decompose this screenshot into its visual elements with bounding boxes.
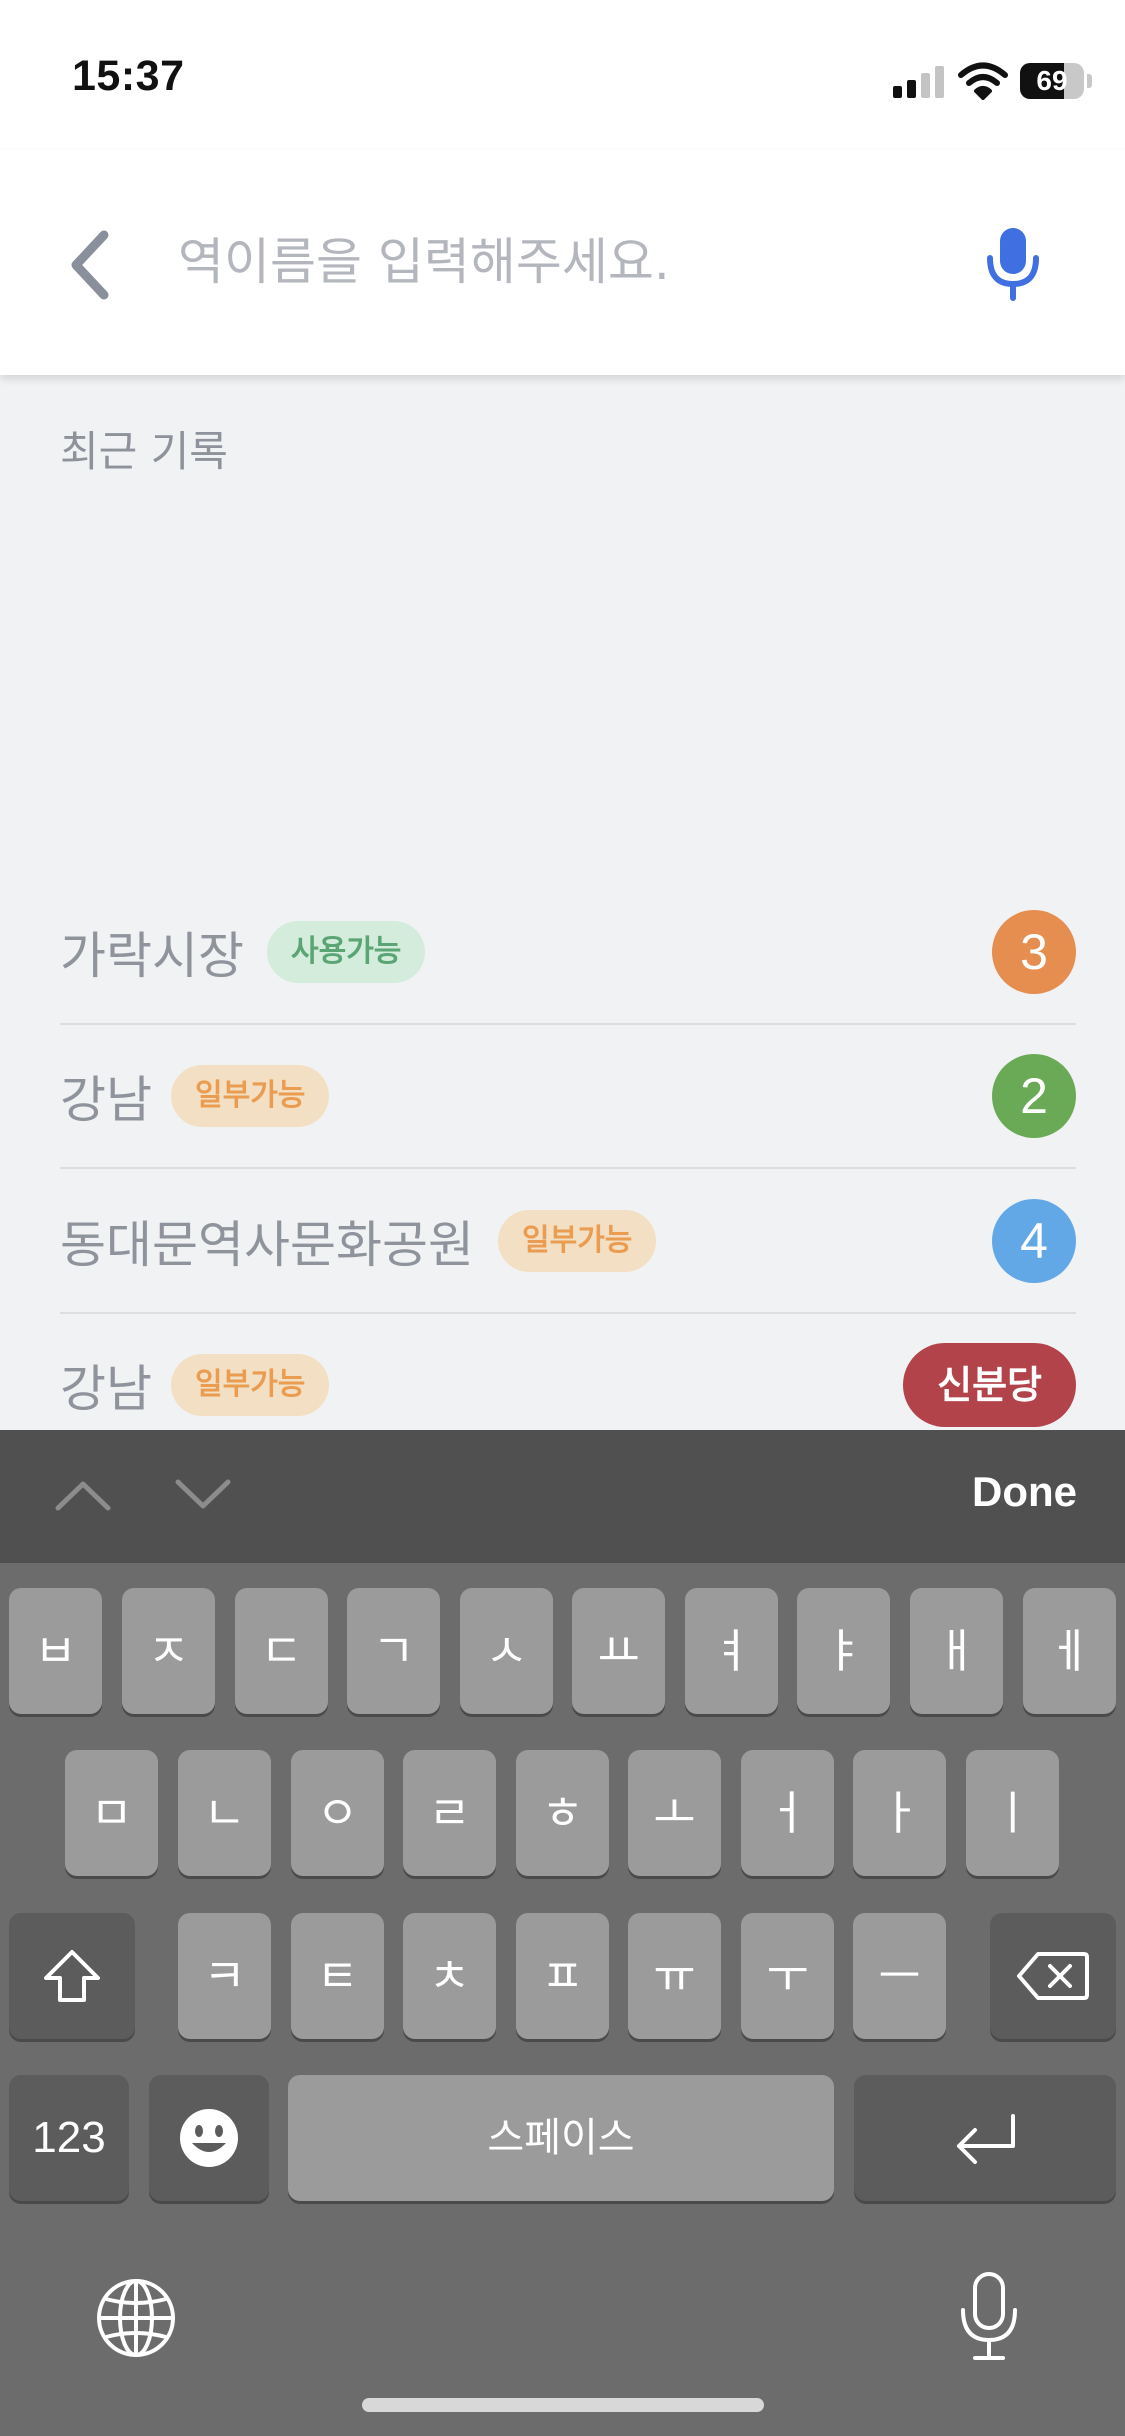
backspace-icon: [1017, 1952, 1089, 2000]
recent-title: 최근 기록: [60, 427, 228, 476]
key[interactable]: ㅂ: [9, 1588, 102, 1714]
key[interactable]: ㅡ: [853, 1913, 946, 2039]
key[interactable]: ㅁ: [65, 1750, 158, 1876]
space-key[interactable]: 스페이스: [288, 2075, 834, 2201]
globe-icon[interactable]: [95, 2277, 177, 2359]
emoji-key[interactable]: [149, 2075, 269, 2201]
key[interactable]: ㄷ: [235, 1588, 328, 1714]
line-badge: 3: [992, 910, 1076, 994]
line-badge: 2: [992, 1054, 1076, 1138]
key[interactable]: ㄹ: [403, 1750, 496, 1876]
status-badge: 일부가능: [171, 1065, 330, 1127]
dictation-icon[interactable]: [958, 2270, 1020, 2364]
key[interactable]: ㅎ: [516, 1750, 609, 1876]
station-name: 동대문역사문화공원: [60, 1216, 474, 1274]
line-badge: 4: [992, 1199, 1076, 1283]
chevron-up-icon[interactable]: [52, 1470, 114, 1520]
numbers-key[interactable]: 123: [9, 2075, 129, 2201]
chevron-left-icon[interactable]: [60, 225, 130, 305]
chevron-down-icon[interactable]: [172, 1470, 234, 1520]
done-button[interactable]: Done: [972, 1468, 1077, 1516]
recent-item[interactable]: 가락시장 사용가능 3: [60, 881, 1076, 1025]
battery-icon: 69: [1020, 63, 1092, 99]
search-input[interactable]: [178, 220, 938, 304]
line-badge: 신분당: [903, 1343, 1076, 1427]
key[interactable]: ㅌ: [291, 1913, 384, 2039]
station-name: 가락시장: [60, 927, 244, 985]
key[interactable]: ㅋ: [178, 1913, 271, 2039]
key[interactable]: ㅔ: [1023, 1588, 1116, 1714]
microphone-icon[interactable]: [982, 224, 1044, 304]
status-badge: 일부가능: [171, 1354, 330, 1416]
signal-icon: [893, 66, 945, 98]
recent-history: 최근 기록 가락시장 사용가능 3 강남 일부가능 2 동대문역사문화공원 일부…: [0, 375, 1125, 1458]
status-bar: 15:37 69: [0, 0, 1125, 150]
key[interactable]: ㅍ: [516, 1913, 609, 2039]
home-indicator: [362, 2398, 764, 2412]
status-badge: 일부가능: [498, 1210, 657, 1272]
key[interactable]: ㅜ: [741, 1913, 834, 2039]
key[interactable]: ㅛ: [572, 1588, 665, 1714]
recent-item[interactable]: 동대문역사문화공원 일부가능 4: [60, 1170, 1076, 1314]
wifi-icon: [958, 62, 1008, 100]
key[interactable]: ㄱ: [347, 1588, 440, 1714]
key[interactable]: ㅓ: [741, 1750, 834, 1876]
key[interactable]: ㅏ: [853, 1750, 946, 1876]
recent-item[interactable]: 강남 일부가능 2: [60, 1025, 1076, 1169]
key[interactable]: ㅠ: [628, 1913, 721, 2039]
key[interactable]: ㅑ: [797, 1588, 890, 1714]
status-badge: 사용가능: [267, 921, 426, 983]
search-header: [0, 150, 1125, 375]
battery-level: 69: [1036, 65, 1068, 96]
return-key[interactable]: [854, 2075, 1116, 2201]
station-name: 강남: [60, 1360, 152, 1418]
key[interactable]: ㅗ: [628, 1750, 721, 1876]
key[interactable]: ㅈ: [122, 1588, 215, 1714]
backspace-key[interactable]: [990, 1913, 1116, 2039]
key[interactable]: ㅣ: [966, 1750, 1059, 1876]
return-icon: [957, 2114, 1015, 2164]
shift-key[interactable]: [9, 1913, 135, 2039]
key[interactable]: ㅅ: [460, 1588, 553, 1714]
key[interactable]: ㅇ: [291, 1750, 384, 1876]
key[interactable]: ㅊ: [403, 1913, 496, 2039]
emoji-icon: [180, 2109, 238, 2167]
status-time: 15:37: [72, 52, 185, 100]
key[interactable]: ㅐ: [910, 1588, 1003, 1714]
key[interactable]: ㄴ: [178, 1750, 271, 1876]
shift-icon: [44, 1950, 100, 2002]
key[interactable]: ㅕ: [685, 1588, 778, 1714]
station-name: 강남: [60, 1071, 152, 1129]
keyboard-accessory-bar: Done: [0, 1430, 1125, 1563]
